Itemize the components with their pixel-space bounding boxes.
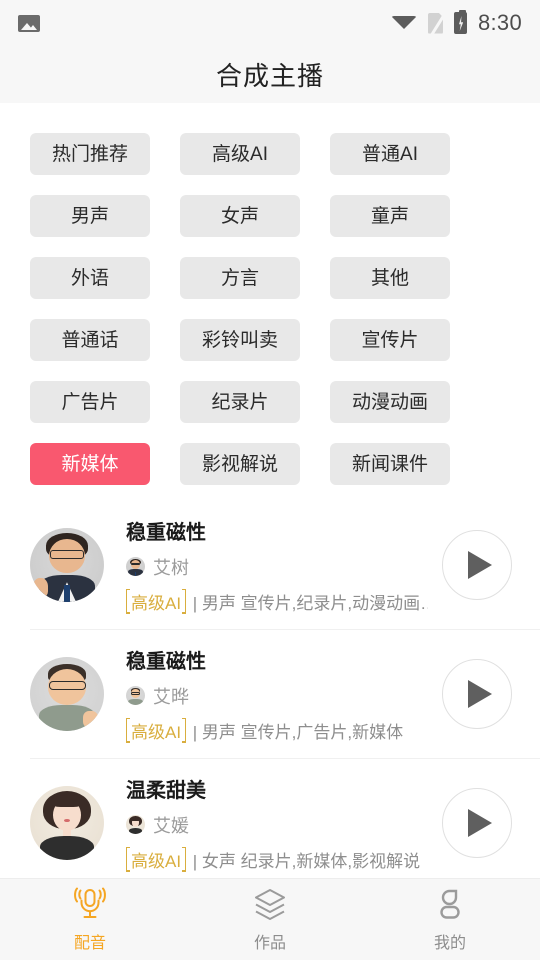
- category-chip[interactable]: 彩铃叫卖: [180, 319, 300, 361]
- category-chip[interactable]: 其他: [330, 257, 450, 299]
- person-icon: [431, 886, 469, 922]
- category-chip-label: 其他: [370, 267, 409, 289]
- photo-icon: [18, 14, 40, 32]
- play-icon: [467, 808, 492, 837]
- tab-dubbing[interactable]: 配音: [0, 879, 180, 960]
- list-item[interactable]: 稳重磁性 艾树 高级AI | 男声 宣传片,纪录片,动漫动画…: [0, 500, 540, 629]
- voice-alias: 艾晔: [153, 686, 189, 707]
- list-item-text: 稳重磁性 艾晔 高级AI | 男声 宣传片,广告片,新媒体: [126, 645, 428, 743]
- page-title: 合成主播: [215, 61, 324, 91]
- avatar: [30, 527, 104, 602]
- category-chip[interactable]: 宣传片: [330, 319, 450, 361]
- ai-level-badge-label: 高级AI: [130, 717, 183, 743]
- category-chip-label: 热门推荐: [51, 143, 128, 165]
- category-chip[interactable]: 女声: [180, 195, 300, 237]
- avatar-thumb-icon: [126, 686, 145, 705]
- category-chip[interactable]: 方言: [180, 257, 300, 299]
- status-bar-right: 8:30: [390, 10, 522, 36]
- category-chip-label: 女声: [220, 205, 259, 227]
- status-bar-clock: 8:30: [477, 10, 522, 35]
- ai-level-badge: 高级AI: [126, 846, 187, 872]
- wifi-icon: [390, 15, 417, 29]
- avatar-thumb-icon: [126, 815, 145, 834]
- voice-tags: | 男声 宣传片,纪录片,动漫动画…: [192, 593, 428, 613]
- app-screen: 8:30 合成主播 热门推荐 高级AI 普通AI 男声 女声 童声 外语 方言 …: [0, 0, 540, 960]
- category-chip[interactable]: 广告片: [30, 381, 150, 423]
- category-chip-label: 普通话: [61, 329, 119, 351]
- category-chip[interactable]: 高级AI: [180, 133, 300, 175]
- category-chip-label: 新闻课件: [351, 453, 428, 475]
- play-button[interactable]: [442, 529, 512, 600]
- voice-name: 温柔甜美: [126, 779, 206, 802]
- category-chip[interactable]: 纪录片: [180, 381, 300, 423]
- category-chip-label: 动漫动画: [351, 391, 428, 413]
- play-icon: [467, 550, 492, 579]
- voice-name: 稳重磁性: [126, 650, 206, 673]
- sim-off-icon: [427, 12, 446, 36]
- layers-icon: [251, 886, 289, 922]
- voice-alias-row: 艾树: [126, 554, 428, 580]
- category-chip[interactable]: 童声: [330, 195, 450, 237]
- play-button[interactable]: [442, 787, 512, 858]
- ai-level-badge-label: 高级AI: [130, 846, 183, 872]
- play-button[interactable]: [442, 658, 512, 729]
- voice-meta: 高级AI | 男声 宣传片,广告片,新媒体: [126, 717, 428, 743]
- category-chip[interactable]: 男声: [30, 195, 150, 237]
- ai-level-badge: 高级AI: [126, 717, 187, 743]
- list-item-text: 稳重磁性 艾树 高级AI | 男声 宣传片,纪录片,动漫动画…: [126, 516, 428, 614]
- category-chip-label: 普通AI: [362, 143, 418, 165]
- category-chip-label: 童声: [370, 205, 409, 227]
- category-chip[interactable]: 影视解说: [180, 443, 300, 485]
- voice-tags: | 男声 宣传片,广告片,新媒体: [192, 722, 404, 742]
- battery-charging-icon: [453, 10, 467, 34]
- voice-name: 稳重磁性: [126, 521, 206, 544]
- play-icon: [467, 679, 492, 708]
- category-chip-label: 外语: [70, 267, 109, 289]
- voice-meta: 高级AI | 男声 宣传片,纪录片,动漫动画…: [126, 588, 428, 614]
- category-chip-label: 新媒体: [61, 453, 119, 475]
- avatar: [30, 785, 104, 860]
- ai-level-badge-label: 高级AI: [130, 588, 183, 614]
- bottom-tab-bar: 配音 作品 我的: [0, 878, 540, 960]
- voice-meta: 高级AI | 女声 纪录片,新媒体,影视解说: [126, 846, 428, 872]
- category-chip-selected[interactable]: 新媒体: [30, 443, 150, 485]
- tab-works[interactable]: 作品: [180, 879, 360, 960]
- status-bar-left: [18, 14, 40, 32]
- voice-alias-row: 艾媛: [126, 812, 428, 838]
- category-chip-label: 高级AI: [212, 143, 268, 165]
- page-header: 合成主播: [0, 46, 540, 103]
- category-filter-grid: 热门推荐 高级AI 普通AI 男声 女声 童声 外语 方言 其他 普通话 彩铃叫…: [0, 103, 540, 485]
- ai-level-badge: 高级AI: [126, 588, 187, 614]
- category-chip-label: 影视解说: [201, 453, 278, 475]
- voice-tags: | 女声 纪录片,新媒体,影视解说: [192, 851, 421, 871]
- tab-mine[interactable]: 我的: [360, 879, 540, 960]
- category-chip-label: 彩铃叫卖: [201, 329, 278, 351]
- status-bar: 8:30: [0, 0, 540, 46]
- tab-label: 我的: [433, 935, 466, 952]
- category-chip-label: 宣传片: [361, 329, 419, 351]
- avatar-thumb-icon: [126, 557, 145, 576]
- category-chip-label: 纪录片: [211, 391, 269, 413]
- voice-list[interactable]: 稳重磁性 艾树 高级AI | 男声 宣传片,纪录片,动漫动画… 稳重磁性 艾晔 …: [0, 500, 540, 878]
- category-chip[interactable]: 外语: [30, 257, 150, 299]
- category-chip[interactable]: 普通话: [30, 319, 150, 361]
- list-item[interactable]: 稳重磁性 艾晔 高级AI | 男声 宣传片,广告片,新媒体: [0, 629, 540, 758]
- tab-label: 作品: [253, 935, 286, 952]
- category-chip[interactable]: 普通AI: [330, 133, 450, 175]
- voice-alias: 艾媛: [153, 815, 189, 836]
- microphone-icon: [71, 886, 109, 922]
- category-chip[interactable]: 新闻课件: [330, 443, 450, 485]
- category-chip-label: 方言: [220, 267, 259, 289]
- category-chip[interactable]: 动漫动画: [330, 381, 450, 423]
- voice-alias-row: 艾晔: [126, 683, 428, 709]
- tab-label: 配音: [73, 935, 106, 952]
- list-item-text: 温柔甜美 艾媛 高级AI | 女声 纪录片,新媒体,影视解说: [126, 774, 428, 872]
- category-chip-label: 广告片: [61, 391, 119, 413]
- avatar: [30, 656, 104, 731]
- voice-alias: 艾树: [153, 557, 189, 578]
- category-chip-label: 男声: [70, 205, 109, 227]
- category-chip[interactable]: 热门推荐: [30, 133, 150, 175]
- list-item[interactable]: 温柔甜美 艾媛 高级AI | 女声 纪录片,新媒体,影视解说: [0, 758, 540, 878]
